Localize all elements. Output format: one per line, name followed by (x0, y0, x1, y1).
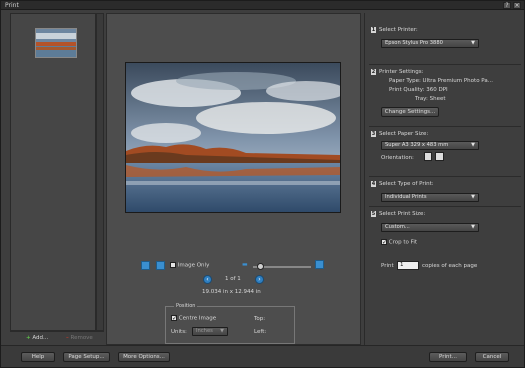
paper-type: Paper Type: Ultra Premium Photo Pa... (389, 78, 493, 84)
units-label: Units: (171, 329, 187, 335)
zoom-slider[interactable] (253, 263, 311, 270)
paper-size-title: Select Paper Size: (379, 131, 429, 137)
paper-size-value: Super A3 329 x 483 mm (385, 142, 449, 148)
image-only-checkbox[interactable] (170, 262, 176, 268)
chevron-down-icon: ▼ (220, 328, 224, 334)
print-type-section: 4 Select Type of Print: Individual Prints… (369, 181, 521, 207)
print-type-select[interactable]: Individual Prints ▼ (381, 193, 479, 202)
title-bar: Print ? × (1, 1, 524, 10)
copies-input[interactable]: 1 (397, 261, 419, 270)
portrait-orientation-icon[interactable] (424, 152, 432, 161)
printer-settings-title: Printer Settings: (379, 69, 424, 75)
print-size-select[interactable]: Custom... ▼ (381, 223, 479, 232)
preview-photo (125, 62, 341, 213)
thumbnail-image[interactable] (35, 28, 77, 58)
previous-page-icon[interactable]: ‹ (203, 275, 212, 284)
step-2-badge: 2 (371, 69, 376, 75)
step-5-badge: 5 (371, 211, 376, 217)
page-indicator: 1 of 1 (225, 276, 241, 282)
close-icon[interactable]: × (513, 2, 521, 9)
landscape-orientation-icon[interactable] (435, 152, 444, 161)
thumbnail-scrollbar[interactable] (96, 13, 104, 331)
chevron-down-icon: ▼ (471, 40, 475, 46)
footer-bar: Help Page Setup... More Options... Print… (1, 345, 524, 367)
minus-icon: – (66, 335, 69, 341)
print-quality: Print Quality: 360 DPI (389, 87, 448, 93)
position-group: Position ✓ Centre Image Units: Inches ▼ … (165, 303, 295, 344)
select-printer-title: Select Printer: (379, 27, 418, 33)
rotate-right-icon[interactable] (156, 261, 165, 270)
thumbnail-list (10, 13, 96, 331)
print-type-title: Select Type of Print: (379, 181, 434, 187)
top-label: Top: (254, 316, 266, 322)
step-4-badge: 4 (371, 181, 376, 187)
image-only-label: Image Only (177, 262, 210, 269)
remove-button[interactable]: – Remove (66, 335, 93, 341)
image-only-toggle[interactable]: Image Only (170, 262, 209, 269)
remove-label: Remove (70, 335, 93, 341)
step-1-badge: 1 (371, 27, 376, 33)
print-button[interactable]: Print... (429, 352, 467, 362)
crop-to-fit-option[interactable]: ✓ Crop to Fit (381, 239, 417, 246)
print-preview: Image Only ▬ ‹ 1 of 1 › 19.034 in x 12.9… (106, 13, 361, 345)
units-value: Inches (196, 328, 213, 334)
paper-size-select[interactable]: Super A3 329 x 483 mm ▼ (381, 141, 479, 150)
change-settings-button[interactable]: Change Settings... (381, 107, 439, 117)
print-size-section: 5 Select Print Size: Custom... ▼ ✓ Crop t… (369, 211, 521, 281)
units-select[interactable]: Inches ▼ (192, 327, 228, 336)
position-legend: Position (174, 303, 198, 309)
copies-suffix: copies of each page (422, 263, 478, 269)
window-title: Print (5, 2, 19, 9)
zoom-in-icon[interactable] (315, 260, 324, 269)
print-type-value: Individual Prints (385, 194, 427, 200)
step-3-badge: 3 (371, 131, 376, 137)
help-icon[interactable]: ? (503, 2, 511, 9)
crop-to-fit-checkbox[interactable]: ✓ (381, 239, 387, 246)
landscape-thumbnail-icon (36, 29, 76, 57)
thumbnail-actions: + Add... – Remove (10, 331, 104, 345)
more-options-button[interactable]: More Options... (118, 352, 170, 362)
printer-value: Epson Stylus Pro 3880 (385, 40, 443, 46)
landscape-photo-icon (126, 63, 340, 212)
tray: Tray: Sheet (415, 96, 446, 102)
add-label: Add... (32, 335, 49, 341)
cancel-button[interactable]: Cancel (475, 352, 509, 362)
crop-to-fit-label: Crop to Fit (388, 239, 418, 246)
center-image-option[interactable]: ✓ Centre Image (171, 315, 216, 322)
plus-icon: + (26, 335, 31, 341)
printer-select[interactable]: Epson Stylus Pro 3880 ▼ (381, 39, 479, 48)
print-dimensions: 19.034 in x 12.944 in (202, 289, 261, 295)
center-image-checkbox[interactable]: ✓ (171, 315, 177, 322)
print-size-value: Custom... (385, 224, 410, 230)
add-button[interactable]: + Add... (26, 335, 48, 341)
printer-settings-section: 2 Printer Settings: Paper Type: Ultra Pre… (369, 69, 521, 127)
zoom-out-icon[interactable]: ▬ (242, 261, 248, 268)
print-size-title: Select Print Size: (379, 211, 426, 217)
select-printer-section: 1 Select Printer: Epson Stylus Pro 3880 ▼ (369, 27, 521, 65)
chevron-down-icon: ▼ (471, 194, 475, 200)
settings-panel: 1 Select Printer: Epson Stylus Pro 3880 ▼… (364, 13, 524, 345)
paper-size-section: 3 Select Paper Size: Super A3 329 x 483 m… (369, 131, 521, 177)
chevron-down-icon: ▼ (471, 142, 475, 148)
print-dialog: Print ? × + Add... – Remove Image Only ▬… (0, 0, 525, 368)
help-button[interactable]: Help (21, 352, 55, 362)
center-image-label: Centre Image (178, 315, 217, 322)
zoom-slider-knob[interactable] (257, 263, 264, 270)
left-label: Left: (254, 329, 267, 335)
rotate-left-icon[interactable] (141, 261, 150, 270)
page-setup-button[interactable]: Page Setup... (63, 352, 110, 362)
copies-prefix: Print (381, 263, 394, 269)
orientation-label: Orientation: (381, 155, 414, 161)
chevron-down-icon: ▼ (471, 224, 475, 230)
next-page-icon[interactable]: › (255, 275, 264, 284)
